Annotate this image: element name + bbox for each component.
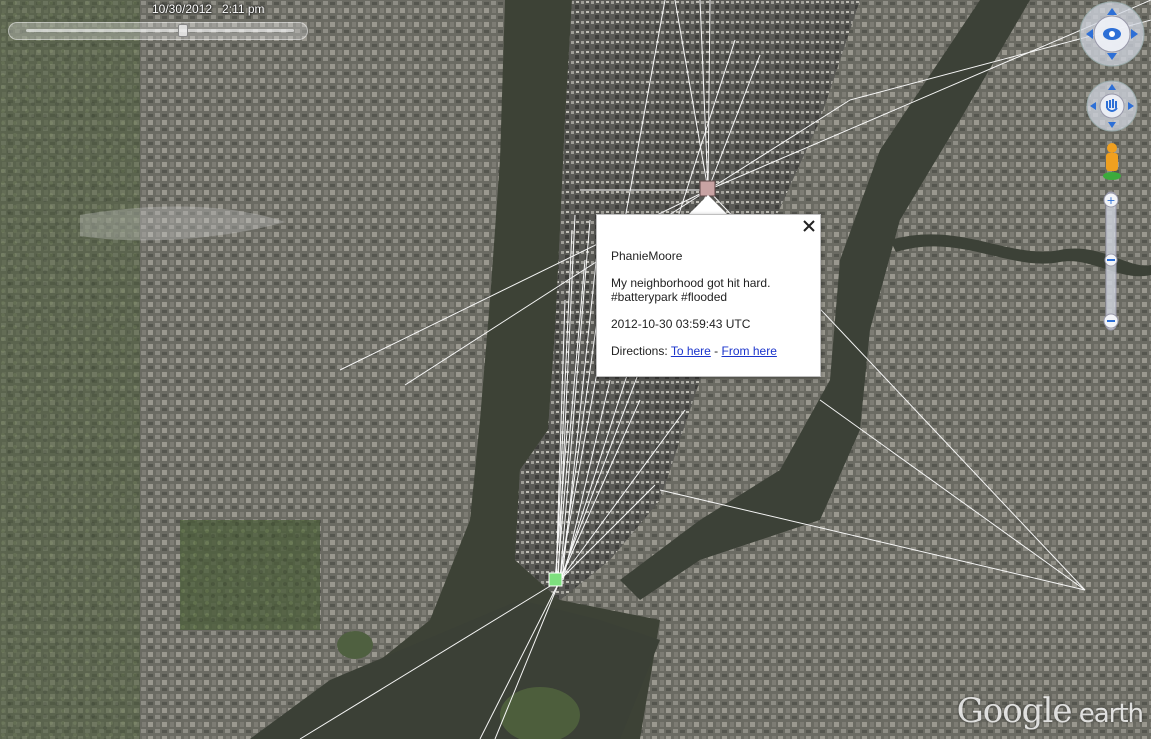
move-joystick-icon[interactable] [1086, 80, 1138, 132]
zoom-slider[interactable]: + [1103, 191, 1119, 331]
time-slider-label: 10/30/2012 2:11 pm [152, 2, 265, 16]
info-balloon: PhanieMoore My neighborhood got hit hard… [596, 214, 821, 377]
tweet-text-line-2: #batterypark #flooded [611, 290, 728, 304]
park-area [180, 520, 320, 630]
tweet-marker[interactable] [699, 180, 716, 197]
liberty-island [337, 631, 373, 659]
directions-separator: - [710, 344, 722, 358]
selected-tweet-marker[interactable] [548, 572, 563, 587]
satellite-map[interactable] [0, 0, 1151, 739]
time-slider-thumb[interactable] [178, 24, 188, 37]
close-icon[interactable] [802, 219, 816, 233]
directions-to-here-link[interactable]: To here [671, 344, 711, 358]
pegman-icon[interactable] [1103, 143, 1121, 180]
time-slider-rail [26, 29, 294, 32]
directions-label: Directions: [611, 344, 668, 358]
navigation-controls[interactable]: + [1070, 0, 1151, 340]
look-joystick-icon[interactable] [1079, 1, 1145, 67]
tweet-timestamp: 2012-10-30 03:59:43 UTC [611, 317, 751, 331]
tweet-text-line-1: My neighborhood got hit hard. [611, 276, 771, 290]
svg-text:+: + [1106, 194, 1115, 207]
meadowlands [0, 0, 140, 739]
tweet-text: My neighborhood got hit hard. #batterypar… [611, 276, 808, 304]
tweet-author: PhanieMoore [611, 249, 683, 263]
directions-from-here-link[interactable]: From here [722, 344, 777, 358]
logo-google: Google [956, 691, 1073, 731]
logo-earth: earth [1071, 699, 1144, 729]
directions: Directions: To here - From here [611, 344, 808, 358]
google-earth-logo: Google earth [956, 691, 1144, 731]
balloon-pointer [688, 195, 728, 215]
